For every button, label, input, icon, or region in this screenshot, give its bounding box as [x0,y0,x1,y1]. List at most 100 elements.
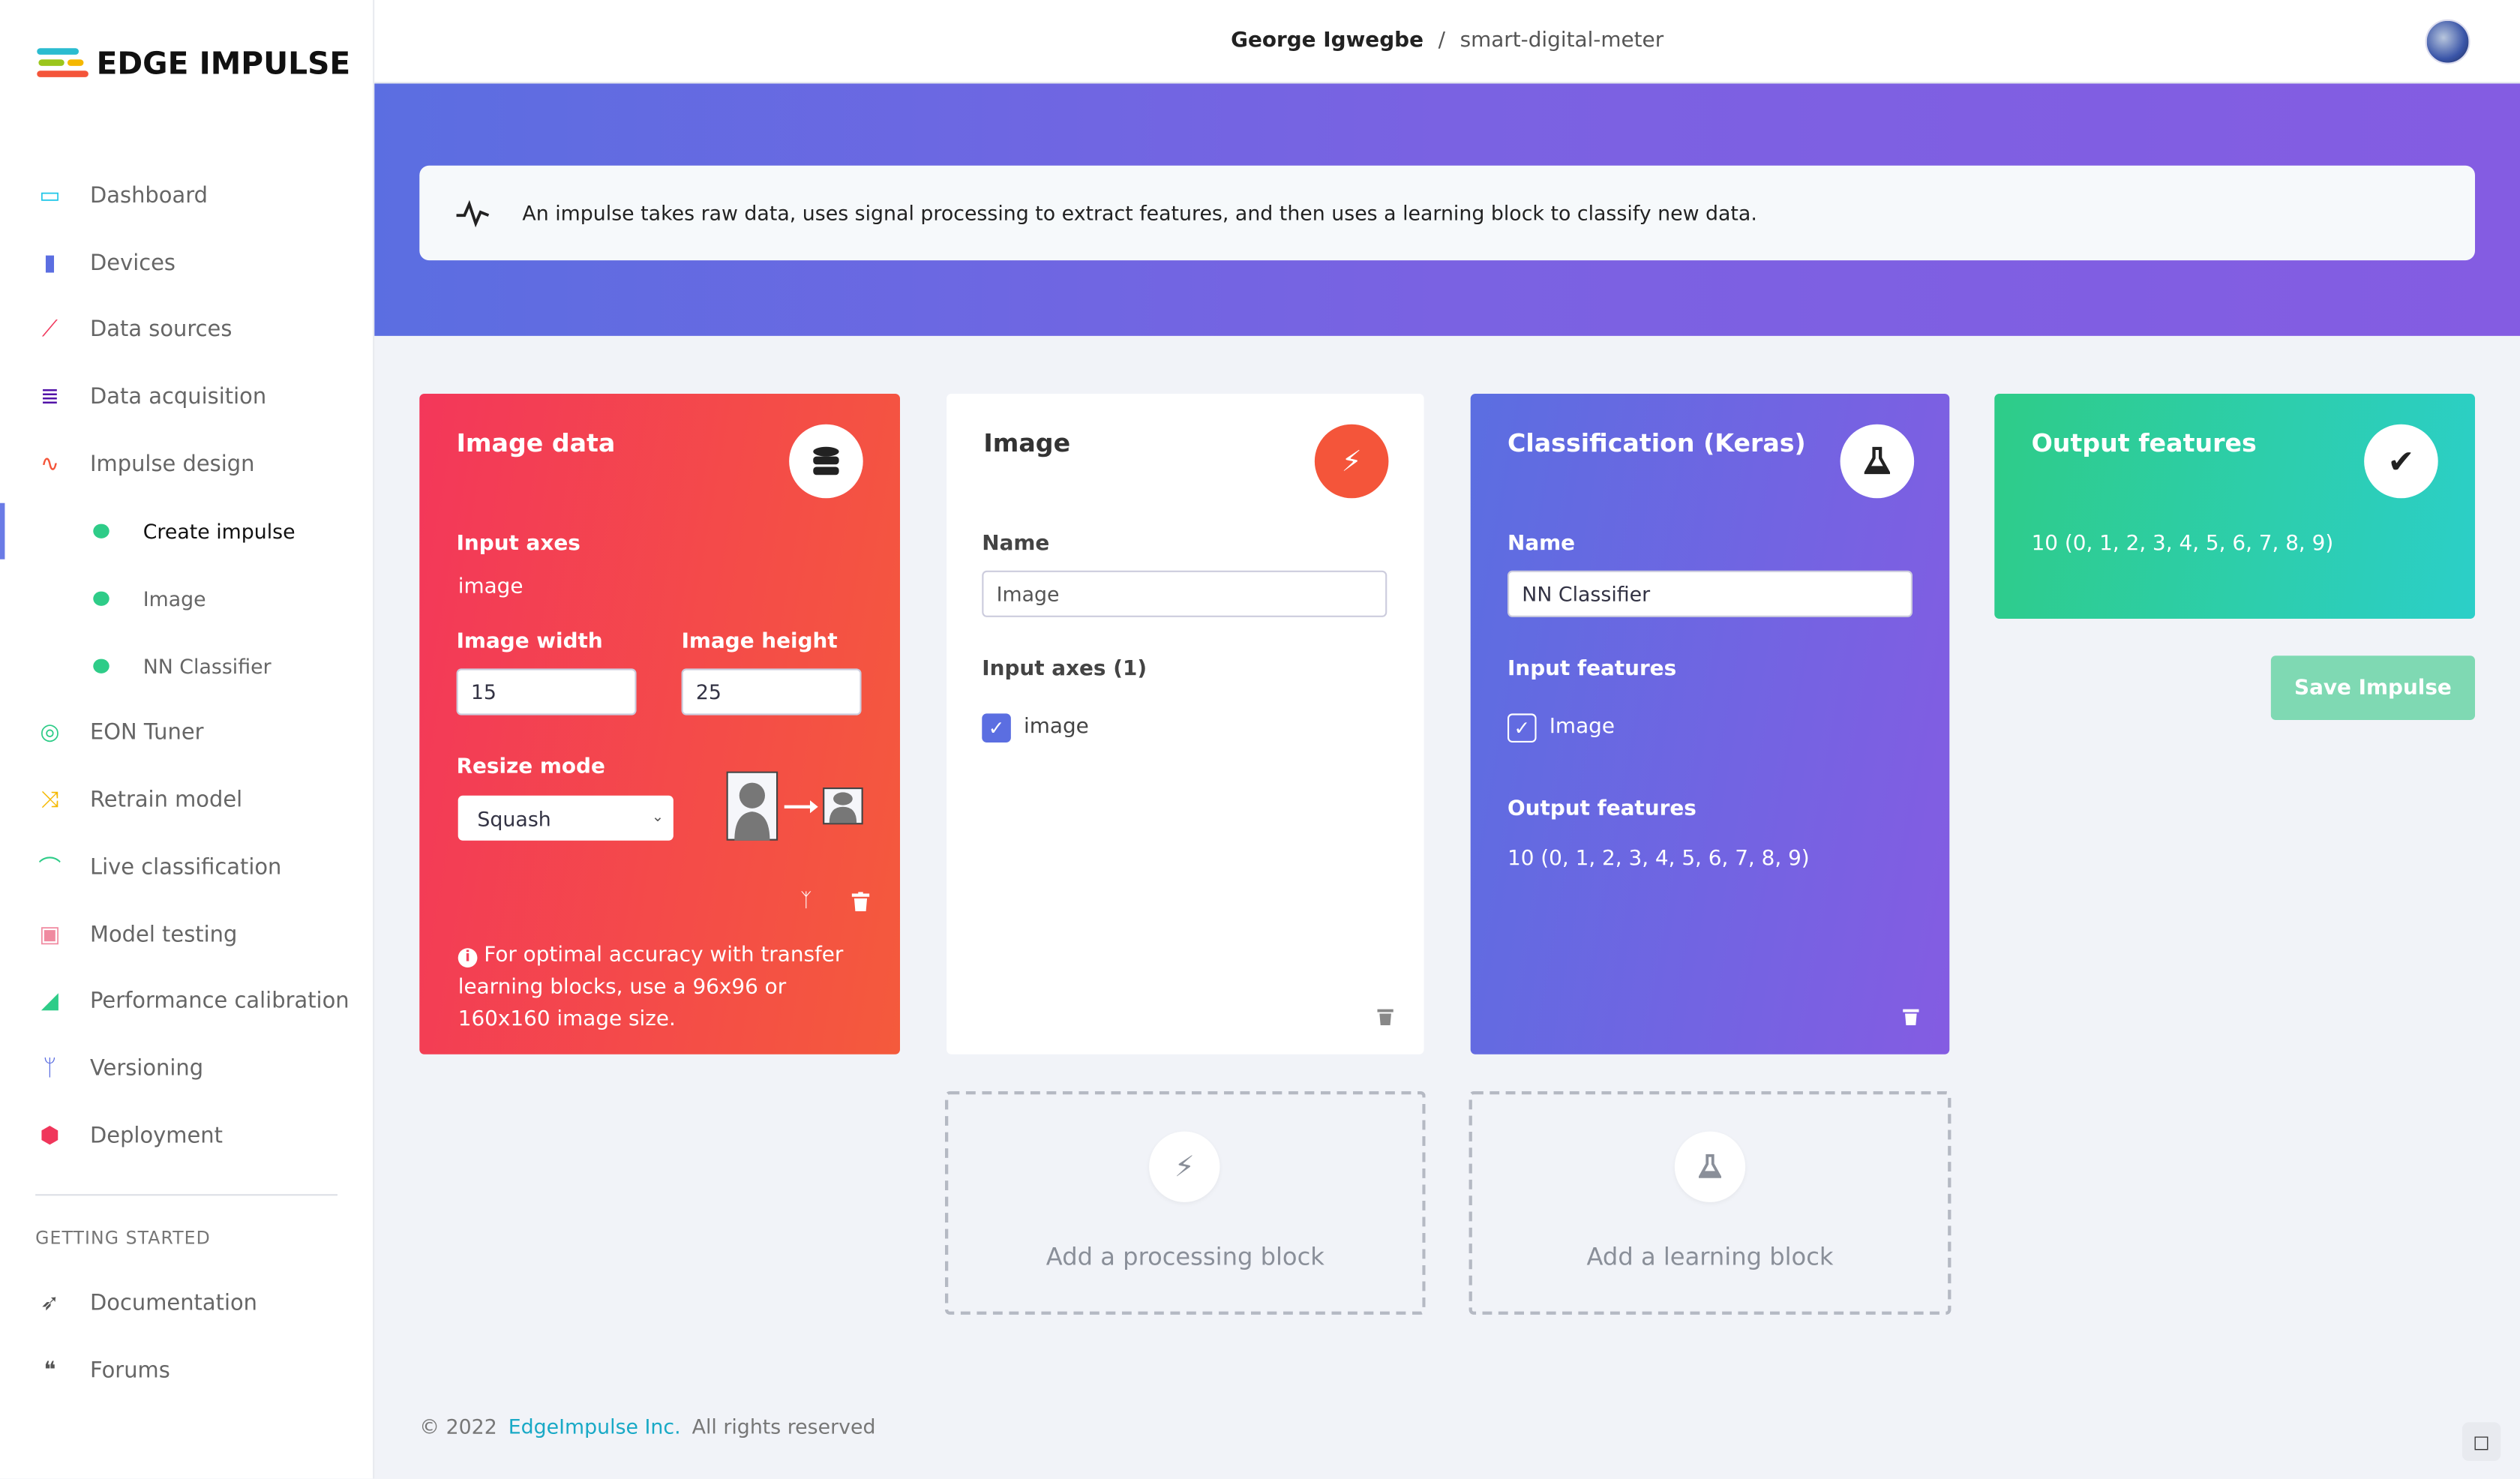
add-processing-block-button[interactable]: ⚡︎ Add a processing block [945,1091,1426,1315]
card-title: Image data [456,429,616,458]
sidebar-item-label: Data sources [90,316,232,343]
add-processing-label: Add a processing block [1046,1242,1324,1271]
sidebar-subitem-create-impulse[interactable]: Create impulse [0,502,374,560]
sidebar-item-documentation[interactable]: ➶ Documentation [0,1274,374,1332]
brand-name: EDGE IMPULSE [96,46,351,82]
input-axes-label: Input axes [456,532,580,556]
sidebar-item-devices[interactable]: ▮ Devices [0,235,374,292]
image-axis-label: image [1024,715,1089,740]
shuffle-icon: ⤨ [40,788,59,814]
sidebar-item-label: Retrain model [90,788,243,814]
image-axis-checkbox[interactable]: ✓ [982,713,1011,742]
output-features-label: Output features [1507,796,1696,821]
clipboard-check-icon: ▣ [39,922,61,949]
comments-icon: ❝ [44,1358,56,1384]
edge-impulse-logo-icon [37,48,88,77]
sidebar: EDGE IMPULSE ▭ Dashboard ▮ Devices ⟋ Data sou… [0,0,375,1479]
footer-rights: All rights reserved [692,1414,876,1438]
card-title: Image [983,429,1071,458]
rocket-icon: ➶ [40,1290,59,1316]
sidebar-item-label: Create impulse [142,518,296,543]
footer-company-link[interactable]: EdgeImpulse Inc. [508,1414,681,1438]
breadcrumb-user[interactable]: George Igwegbe [1231,29,1424,53]
sidebar-item-label: Performance calibration [90,988,350,1015]
sidebar-item-versioning[interactable]: ᛘ Versioning [0,1040,374,1097]
sidebar-item-retrain-model[interactable]: ⤨ Retrain model [0,772,374,830]
add-learning-label: Add a learning block [1586,1242,1834,1271]
output-features-value: 10 (0, 1, 2, 3, 4, 5, 6, 7, 8, 9) [1507,847,1810,872]
sidebar-item-label: Documentation [90,1290,258,1316]
breadcrumb-separator: / [1438,28,1445,53]
bolt-icon: ⚡︎ [1314,424,1389,499]
processing-name-input[interactable]: Image [982,570,1388,617]
hero-band: An impulse takes raw data, uses signal p… [374,83,2520,336]
database-icon: ≣ [40,384,59,410]
sidebar-item-data-sources[interactable]: ⟋ Data sources [0,301,374,358]
sidebar-item-label: Image [142,586,206,610]
pulse-icon [456,200,490,228]
sidebar-item-dashboard[interactable]: ▭ Dashboard [0,167,374,225]
sidebar-item-label: Devices [90,250,176,277]
sidebar-item-label: NN Classifier [142,653,272,678]
resize-mode-label: Resize mode [456,755,605,780]
output-features-value: 10 (0, 1, 2, 3, 4, 5, 6, 7, 8, 9) [2031,532,2334,556]
image-width-input[interactable]: 15 [456,668,637,716]
sidebar-item-model-testing[interactable]: ▣ Model testing [0,907,374,964]
sidebar-item-live-classification[interactable]: ⌒ Live classification [0,839,374,897]
info-icon: i [458,948,478,968]
status-dot-icon [93,523,110,538]
sidebar-item-label: Dashboard [90,183,208,209]
feedback-icon[interactable]: □ [2462,1422,2501,1461]
trash-icon[interactable] [1377,1008,1394,1026]
info-banner: An impulse takes raw data, uses signal p… [419,165,2476,261]
input-block-card: Image data Input axes image Image width … [419,394,900,1054]
image-feature-label: Image [1549,715,1615,740]
image-width-label: Image width [456,630,603,655]
sidebar-subitem-image[interactable]: Image [0,569,374,627]
sidebar-item-performance-calibration[interactable]: ◢ Performance calibration [0,972,374,1030]
breadcrumb-project[interactable]: smart-digital-meter [1460,29,1664,53]
branch-icon[interactable]: ᛉ [800,889,812,911]
compass-icon: ◎ [40,720,60,746]
database-icon [789,424,863,499]
resize-mode-select[interactable]: Squash ⌄ [458,795,674,841]
resize-preview-icon [726,771,863,841]
trash-icon[interactable] [1903,1008,1919,1026]
image-height-input[interactable]: 25 [681,668,862,716]
live-icon: ⌒ [38,856,62,883]
learning-block-card: Classification (Keras) Name NN Classifie… [1470,394,1950,1054]
close-icon[interactable]: × [2412,194,2431,220]
image-feature-checkbox[interactable]: ✓ [1507,713,1537,742]
input-axes-value: image [458,575,524,600]
check-icon: ✔ [2364,424,2438,499]
sidebar-item-eon-tuner[interactable]: ◎ EON Tuner [0,704,374,762]
monitor-icon: ▭ [39,183,61,209]
sidebar-subitem-nn-classifier[interactable]: NN Classifier [0,637,374,694]
add-learning-block-button[interactable]: Add a learning block [1468,1091,1952,1315]
sidebar-item-label: Versioning [90,1055,204,1082]
sidebar-item-label: Deployment [90,1123,223,1150]
sidebar-item-label: Forums [90,1358,170,1384]
sidebar-item-label: Model testing [90,922,238,949]
name-label: Name [982,532,1050,556]
chip-icon: ▮ [44,250,56,277]
trash-icon[interactable] [851,892,870,911]
save-impulse-button[interactable]: Save Impulse [2270,656,2475,720]
avatar[interactable] [2425,19,2470,64]
footer: © 2022 EdgeImpulse Inc. All rights reser… [419,1414,875,1438]
sidebar-item-label: Impulse design [90,452,255,478]
sidebar-item-impulse-design[interactable]: ∿ Impulse design [0,436,374,494]
sidebar-item-label: Live classification [90,855,282,881]
sidebar-item-deployment[interactable]: ⬢ Deployment [0,1107,374,1165]
sidebar-item-forums[interactable]: ❝ Forums [0,1342,374,1400]
input-axes-label: Input axes (1) [982,657,1148,682]
cube-icon: ⬢ [40,1123,60,1150]
section-title: GETTING STARTED [35,1228,211,1249]
learning-name-input[interactable]: NN Classifier [1507,570,1912,617]
sidebar-item-data-acquisition[interactable]: ≣ Data acquisition [0,368,374,426]
bolt-icon: ⚡︎ [1149,1131,1220,1202]
logo[interactable]: EDGE IMPULSE [35,45,350,83]
top-header: George Igwegbe / smart-digital-meter [374,0,2520,84]
card-title: Classification (Keras) [1507,429,1806,458]
status-dot-icon [93,590,110,605]
